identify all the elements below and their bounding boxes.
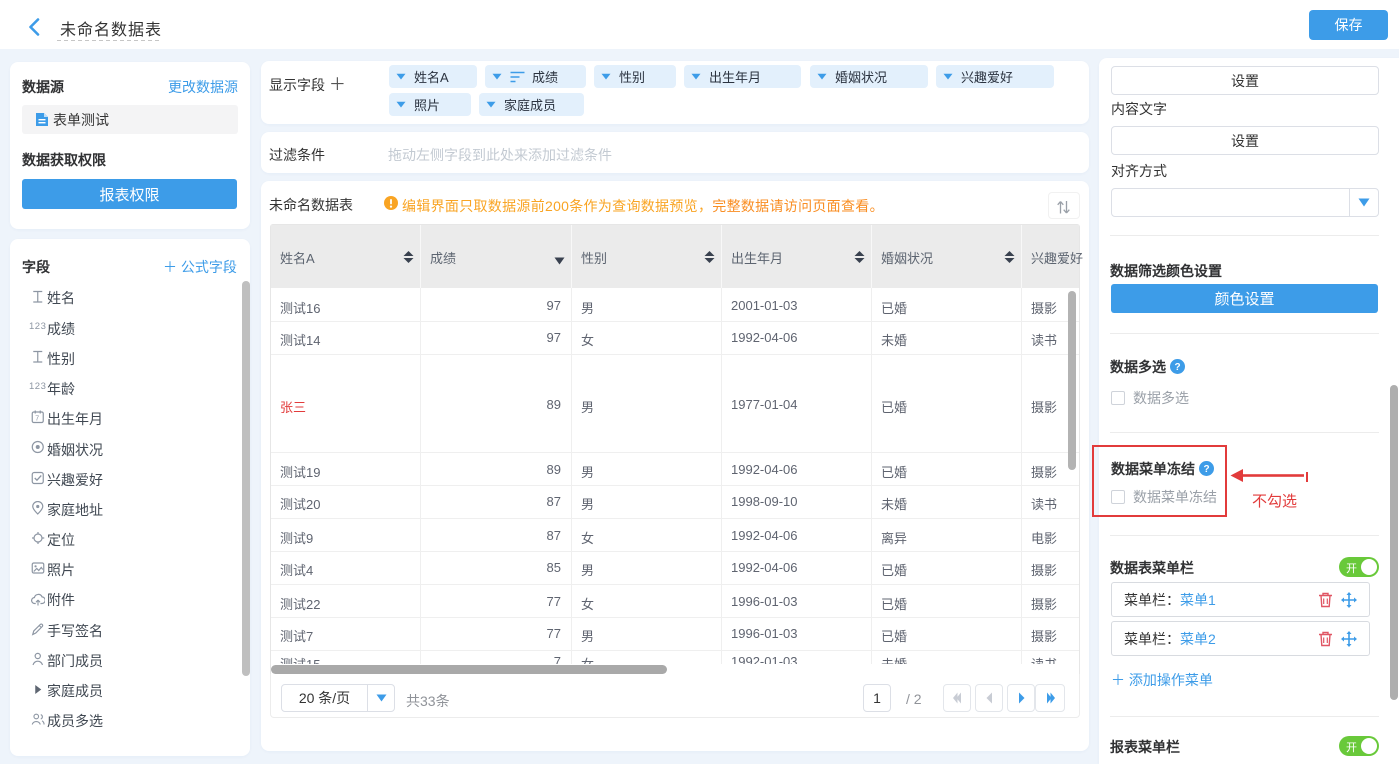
- svg-text:?: ?: [1203, 464, 1209, 475]
- svg-text:7: 7: [35, 416, 39, 423]
- svg-text:?: ?: [1174, 362, 1180, 373]
